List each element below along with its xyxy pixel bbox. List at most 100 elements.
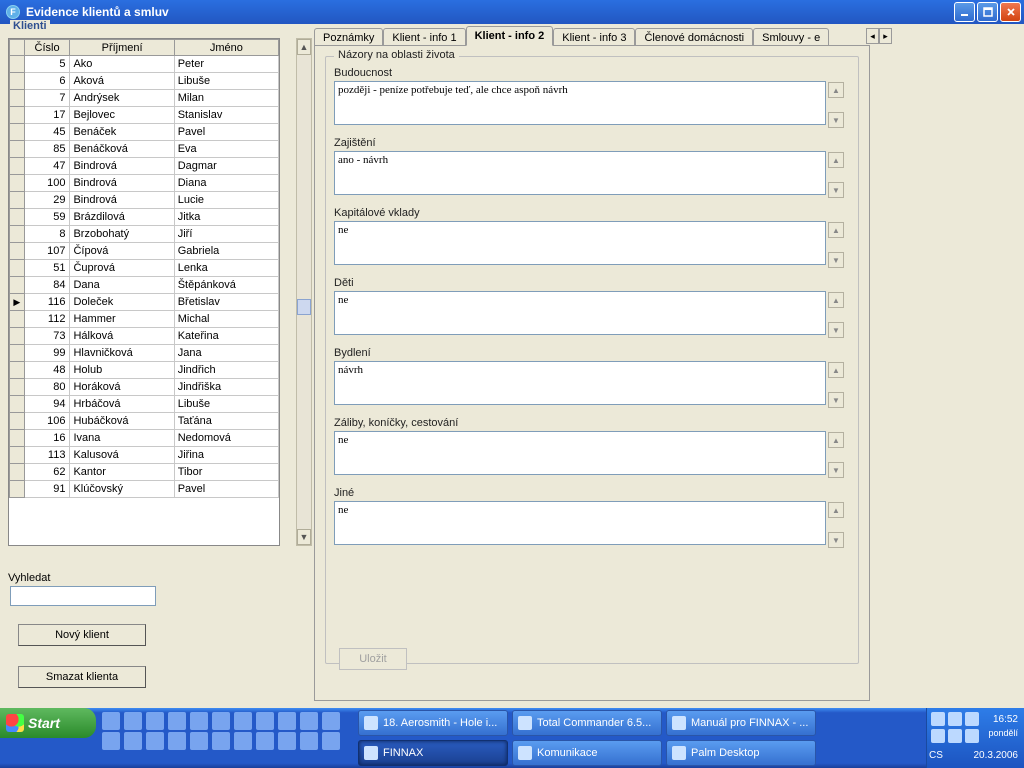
tab-scroll-right-icon[interactable]: ▸ (879, 28, 892, 44)
ql-icon[interactable] (102, 732, 120, 750)
row-selector[interactable] (10, 73, 25, 90)
table-row[interactable]: 73HálkováKateřina (10, 328, 279, 345)
row-selector[interactable] (10, 90, 25, 107)
language-indicator[interactable]: CS (929, 750, 943, 761)
table-row[interactable]: 17BejlovecStanislav (10, 107, 279, 124)
row-selector[interactable] (10, 107, 25, 124)
start-button[interactable]: Start (0, 708, 96, 738)
tray-icon[interactable] (931, 712, 945, 726)
ql-icon[interactable] (124, 712, 142, 730)
spin-down-icon[interactable]: ▼ (828, 392, 844, 408)
tray-icon[interactable] (948, 729, 962, 743)
tab--lenov-dom-cnosti[interactable]: Členové domácnosti (635, 28, 753, 46)
ql-icon[interactable] (322, 732, 340, 750)
row-selector[interactable] (10, 379, 25, 396)
table-row[interactable]: 113KalusováJiřina (10, 447, 279, 464)
tray-icon[interactable] (931, 729, 945, 743)
field-input[interactable] (334, 81, 826, 125)
ql-icon[interactable] (190, 712, 208, 730)
row-selector[interactable] (10, 464, 25, 481)
field-input[interactable] (334, 431, 826, 475)
row-selector[interactable] (10, 243, 25, 260)
row-selector[interactable] (10, 124, 25, 141)
row-selector[interactable] (10, 362, 25, 379)
delete-client-button[interactable]: Smazat klienta (18, 666, 146, 688)
table-row[interactable]: 7AndrýsekMilan (10, 90, 279, 107)
row-selector[interactable] (10, 447, 25, 464)
scroll-up-icon[interactable]: ▲ (297, 39, 311, 55)
search-input[interactable] (10, 586, 156, 606)
spin-down-icon[interactable]: ▼ (828, 252, 844, 268)
row-selector[interactable] (10, 396, 25, 413)
table-row[interactable]: 51ČuprováLenka (10, 260, 279, 277)
ql-icon[interactable] (168, 732, 186, 750)
table-row[interactable]: 16IvanaNedomová (10, 430, 279, 447)
row-selector[interactable] (10, 56, 25, 73)
spin-down-icon[interactable]: ▼ (828, 322, 844, 338)
tab-scroll-left-icon[interactable]: ◂ (866, 28, 879, 44)
spin-down-icon[interactable]: ▼ (828, 182, 844, 198)
new-client-button[interactable]: Nový klient (18, 624, 146, 646)
spin-up-icon[interactable]: ▲ (828, 152, 844, 168)
spin-down-icon[interactable]: ▼ (828, 532, 844, 548)
ql-icon[interactable] (102, 712, 120, 730)
row-selector[interactable] (10, 345, 25, 362)
save-button[interactable]: Uložit (339, 648, 407, 670)
row-selector[interactable] (10, 141, 25, 158)
spin-down-icon[interactable]: ▼ (828, 112, 844, 128)
table-row[interactable]: 29BindrováLucie (10, 192, 279, 209)
col-firstname[interactable]: Jméno (174, 40, 278, 56)
table-row[interactable]: 85BenáčkováEva (10, 141, 279, 158)
ql-icon[interactable] (234, 732, 252, 750)
scroll-down-icon[interactable]: ▼ (297, 529, 311, 545)
table-row[interactable]: 112HammerMichal (10, 311, 279, 328)
ql-icon[interactable] (322, 712, 340, 730)
ql-icon[interactable] (234, 712, 252, 730)
window-maximize-button[interactable] (977, 2, 998, 22)
spin-down-icon[interactable]: ▼ (828, 462, 844, 478)
ql-icon[interactable] (168, 712, 186, 730)
ql-icon[interactable] (256, 712, 274, 730)
table-row[interactable]: 48HolubJindřich (10, 362, 279, 379)
row-selector[interactable] (10, 430, 25, 447)
spin-up-icon[interactable]: ▲ (828, 82, 844, 98)
task-button[interactable]: Manuál pro FINNAX - ... (666, 710, 816, 736)
row-selector[interactable] (10, 328, 25, 345)
ql-icon[interactable] (190, 732, 208, 750)
task-button[interactable]: FINNAX (358, 740, 508, 766)
tab-klient-info-2[interactable]: Klient - info 2 (466, 26, 554, 46)
tray-icon[interactable] (965, 729, 979, 743)
row-selector[interactable] (10, 158, 25, 175)
table-row[interactable]: 94HrbáčováLibuše (10, 396, 279, 413)
ql-icon[interactable] (212, 712, 230, 730)
table-row[interactable]: 91KlúčovskýPavel (10, 481, 279, 498)
tab-klient-info-3[interactable]: Klient - info 3 (553, 28, 635, 46)
clients-scrollbar[interactable]: ▲ ▼ (296, 38, 312, 546)
row-selector[interactable] (10, 311, 25, 328)
task-button[interactable]: Palm Desktop (666, 740, 816, 766)
field-input[interactable] (334, 291, 826, 335)
row-selector[interactable] (10, 481, 25, 498)
spin-up-icon[interactable]: ▲ (828, 222, 844, 238)
row-selector[interactable] (10, 260, 25, 277)
tray-icon[interactable] (965, 712, 979, 726)
ql-icon[interactable] (278, 712, 296, 730)
window-minimize-button[interactable] (954, 2, 975, 22)
ql-icon[interactable] (278, 732, 296, 750)
table-row[interactable]: 45BenáčekPavel (10, 124, 279, 141)
scroll-thumb[interactable] (297, 299, 311, 315)
table-row[interactable]: 5AkoPeter (10, 56, 279, 73)
spin-up-icon[interactable]: ▲ (828, 292, 844, 308)
field-input[interactable] (334, 221, 826, 265)
row-selector[interactable] (10, 226, 25, 243)
task-button[interactable]: Komunikace (512, 740, 662, 766)
table-row[interactable]: ▶116DolečekBřetislav (10, 294, 279, 311)
row-selector[interactable] (10, 209, 25, 226)
tab-klient-info-1[interactable]: Klient - info 1 (383, 28, 465, 46)
table-row[interactable]: 107ČípováGabriela (10, 243, 279, 260)
spin-up-icon[interactable]: ▲ (828, 432, 844, 448)
tab-smlouvy-e[interactable]: Smlouvy - e (753, 28, 829, 46)
col-lastname[interactable]: Příjmení (70, 40, 174, 56)
table-row[interactable]: 47BindrováDagmar (10, 158, 279, 175)
field-input[interactable] (334, 151, 826, 195)
